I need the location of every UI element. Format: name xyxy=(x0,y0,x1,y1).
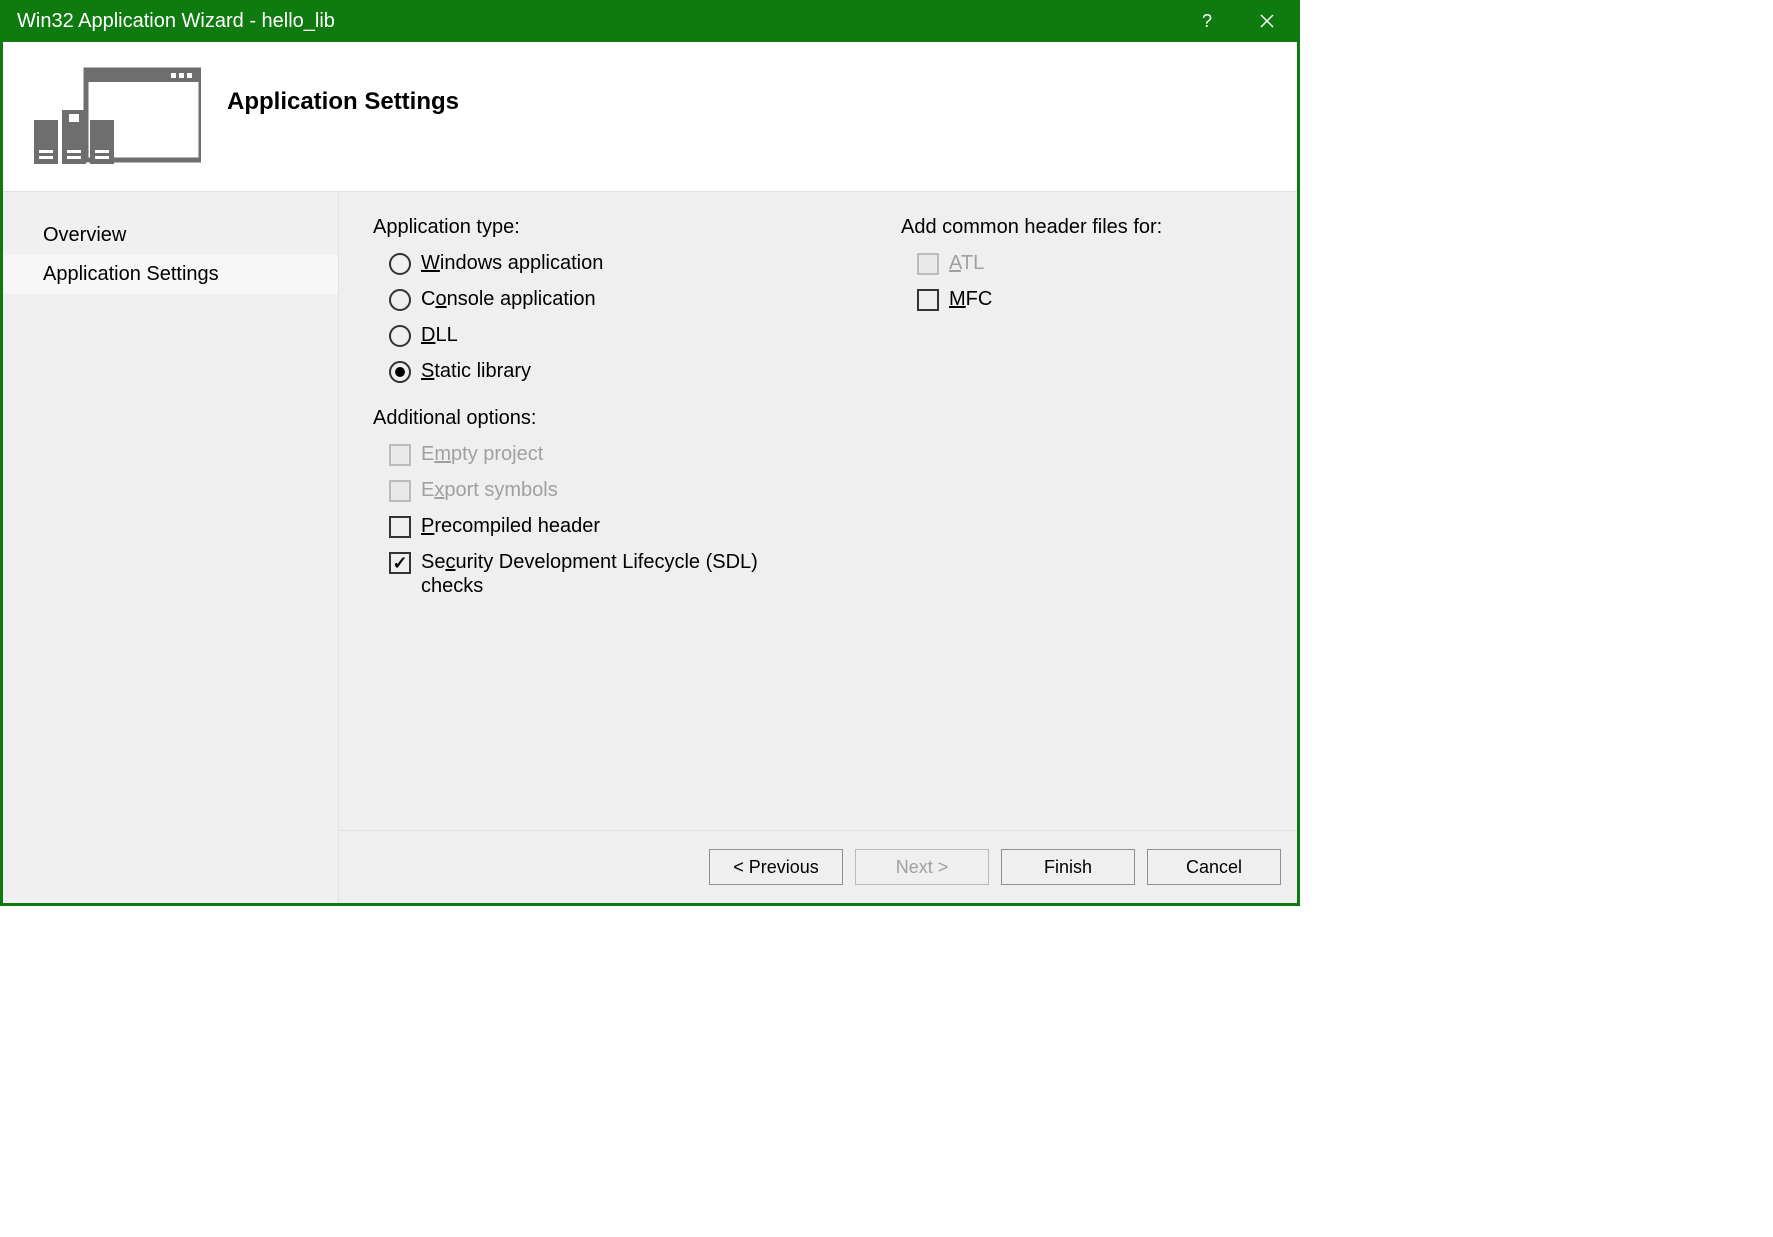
titlebar: Win32 Application Wizard - hello_lib ? xyxy=(3,0,1297,42)
next-button: Next > xyxy=(855,849,989,885)
radio-label: DLL xyxy=(421,323,458,347)
wizard-window: Win32 Application Wizard - hello_lib ? xyxy=(0,0,1300,906)
radio-icon xyxy=(389,325,411,347)
checkbox-icon xyxy=(389,552,411,574)
sidebar-item-label: Overview xyxy=(43,224,126,246)
check-empty-project: Empty project xyxy=(373,436,801,472)
window-title: Win32 Application Wizard - hello_lib xyxy=(17,10,335,33)
additional-options-label: Additional options: xyxy=(373,407,801,430)
cancel-button[interactable]: Cancel xyxy=(1147,849,1281,885)
right-column: Add common header files for: ATL MFC xyxy=(901,216,1162,806)
radio-icon xyxy=(389,361,411,383)
checkbox-label: Export symbols xyxy=(421,478,558,502)
checkbox-icon xyxy=(917,253,939,275)
sidebar-item-label: Application Settings xyxy=(43,263,219,285)
checkbox-icon xyxy=(389,444,411,466)
radio-label: Console application xyxy=(421,287,596,311)
radio-windows-application[interactable]: Windows application xyxy=(373,245,801,281)
content-panel: Application type: Windows application Co… xyxy=(339,192,1297,831)
checkbox-label: Security Development Lifecycle (SDL) che… xyxy=(421,550,801,598)
left-column: Application type: Windows application Co… xyxy=(373,216,801,806)
wizard-graphic-icon xyxy=(23,62,203,172)
page-heading: Application Settings xyxy=(227,88,459,146)
check-mfc[interactable]: MFC xyxy=(901,281,1162,317)
radio-label: Windows application xyxy=(421,251,603,275)
checkbox-label: Precompiled header xyxy=(421,514,600,538)
previous-button[interactable]: < Previous xyxy=(709,849,843,885)
check-atl: ATL xyxy=(901,245,1162,281)
checkbox-label: Empty project xyxy=(421,442,543,466)
radio-icon xyxy=(389,253,411,275)
radio-label: Static library xyxy=(421,359,531,383)
sidebar: Overview Application Settings xyxy=(3,192,338,903)
checkbox-icon xyxy=(389,480,411,502)
header-banner: Application Settings xyxy=(3,42,1297,192)
wizard-body: Overview Application Settings Applicatio… xyxy=(3,192,1297,903)
radio-dll[interactable]: DLL xyxy=(373,317,801,353)
checkbox-icon xyxy=(917,289,939,311)
content-wrap: Application type: Windows application Co… xyxy=(338,192,1297,903)
close-icon xyxy=(1260,14,1274,28)
radio-static-library[interactable]: Static library xyxy=(373,353,801,389)
header-files-label: Add common header files for: xyxy=(901,216,1162,239)
radio-console-application[interactable]: Console application xyxy=(373,281,801,317)
application-type-label: Application type: xyxy=(373,216,801,239)
sidebar-item-application-settings[interactable]: Application Settings xyxy=(3,255,338,294)
check-export-symbols: Export symbols xyxy=(373,472,801,508)
help-button[interactable]: ? xyxy=(1177,0,1237,42)
checkbox-label: MFC xyxy=(949,287,992,311)
checkbox-icon xyxy=(389,516,411,538)
sidebar-item-overview[interactable]: Overview xyxy=(3,216,338,255)
check-precompiled-header[interactable]: Precompiled header xyxy=(373,508,801,544)
footer-buttons: < Previous Next > Finish Cancel xyxy=(339,831,1297,903)
checkbox-label: ATL xyxy=(949,251,984,275)
finish-button[interactable]: Finish xyxy=(1001,849,1135,885)
radio-icon xyxy=(389,289,411,311)
check-sdl-checks[interactable]: Security Development Lifecycle (SDL) che… xyxy=(373,544,801,604)
close-button[interactable] xyxy=(1237,0,1297,42)
